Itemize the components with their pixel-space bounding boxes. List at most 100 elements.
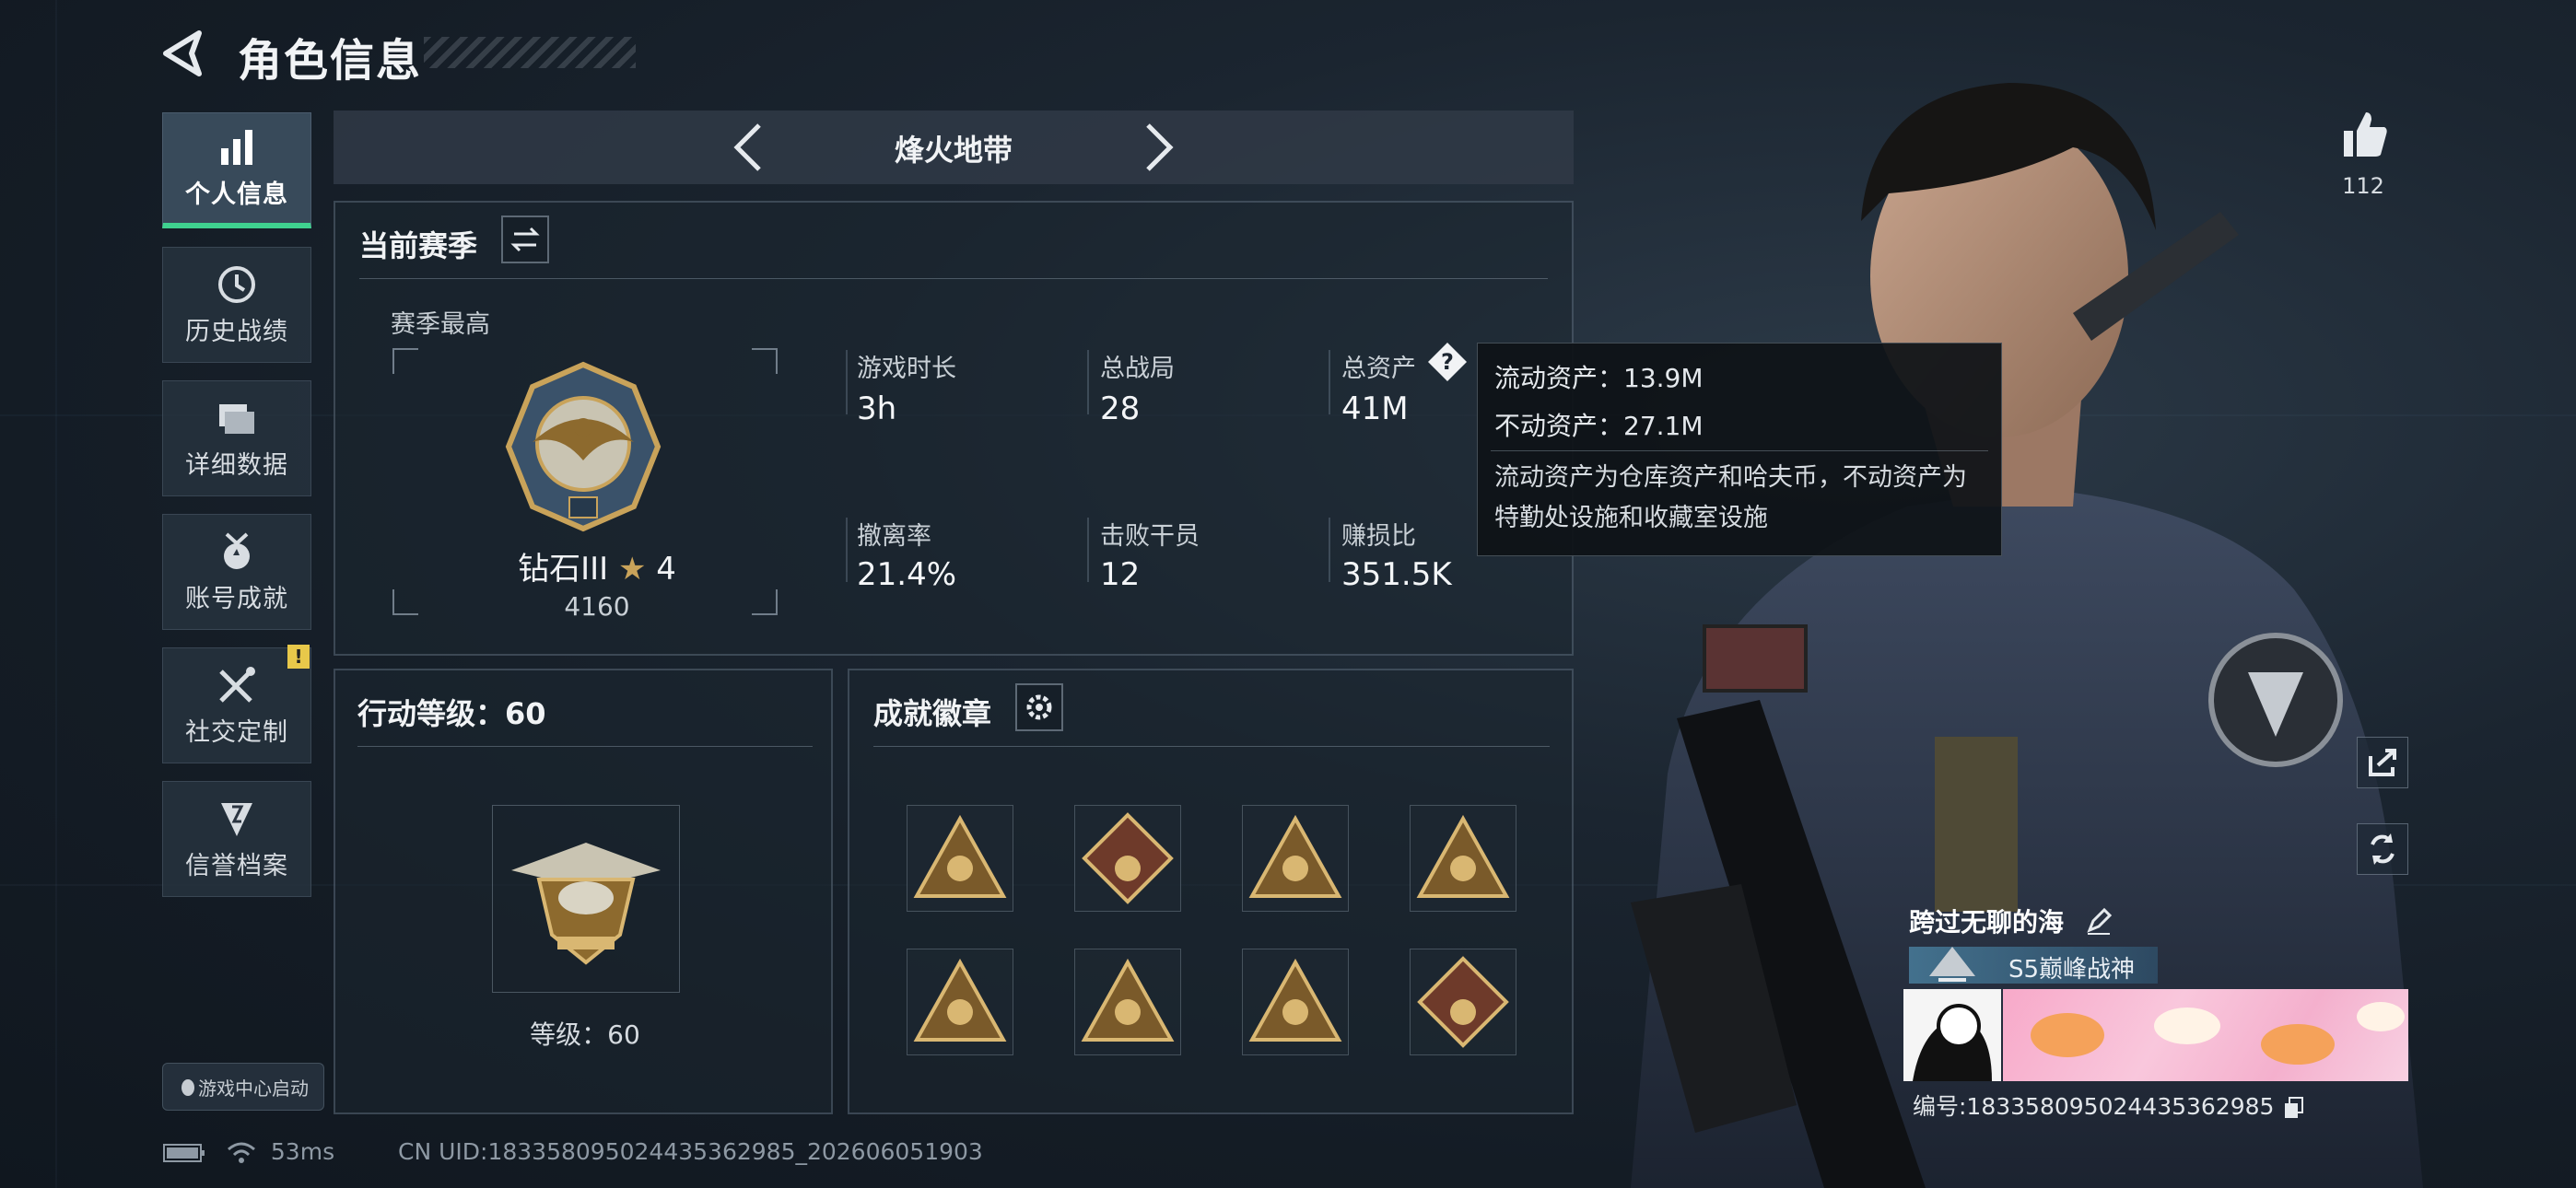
svg-text:?: ? xyxy=(1441,349,1454,375)
thumbs-up-icon[interactable] xyxy=(2336,107,2392,162)
level-label: 等级：60 xyxy=(530,1019,640,1050)
bar-chart-icon xyxy=(221,130,252,165)
achievement-badge-dragon[interactable] xyxy=(1074,805,1181,912)
s4-badge-icon xyxy=(1416,814,1510,898)
back-arrow-icon[interactable] xyxy=(158,28,210,79)
player-id-text: 编号:1833580950244353629​85 xyxy=(1913,1093,2275,1120)
uid-text: CN UID:183358095024435362985_20260605190… xyxy=(398,1138,983,1165)
sidebar-item-history[interactable]: 历史战绩 xyxy=(162,247,311,363)
rank-score: 4160 xyxy=(564,591,630,622)
sidebar-item-personal-info[interactable]: 个人信息 xyxy=(162,112,311,228)
chevron-right-icon[interactable] xyxy=(1135,120,1183,175)
achievements-panel: 成就徽章 xyxy=(848,669,1574,1114)
chevron-left-icon[interactable] xyxy=(724,120,772,175)
avatar xyxy=(1913,1004,1992,1081)
shell-badge-icon xyxy=(1081,958,1175,1042)
achievement-badge-wolf[interactable] xyxy=(1410,949,1516,1055)
achievement-badge-bottle[interactable] xyxy=(1242,805,1349,912)
achievement-medal-icon xyxy=(224,532,250,569)
season-best-label: 赛季最高 xyxy=(391,310,490,339)
game-center-launch-button[interactable]: 游戏中心启动 xyxy=(162,1063,324,1111)
sidebar-item-achievements[interactable]: 账号成就 xyxy=(162,514,311,630)
sidebar-item-label: 账号成就 xyxy=(185,584,288,613)
achievements-title: 成就徽章 xyxy=(873,696,992,731)
stat-label: 总资产 xyxy=(1341,355,1416,383)
achievement-badge-shell[interactable] xyxy=(1074,949,1181,1055)
star-icon: ★ xyxy=(617,551,647,588)
rank-name: 钻石III xyxy=(518,551,609,588)
ping-value: 53ms xyxy=(270,1138,335,1165)
compass-badge-icon xyxy=(1248,958,1342,1042)
sidebar-item-label: 个人信息 xyxy=(185,181,288,209)
player-id: 编号:1833580950244353629​85 xyxy=(1913,1089,2305,1122)
sidebar-item-label: 信誉档案 xyxy=(185,851,288,880)
divider xyxy=(357,746,813,747)
refresh-button[interactable] xyxy=(2357,823,2408,875)
stat-value: 28 xyxy=(1100,390,1141,427)
bg-grid-line xyxy=(55,0,57,1188)
refresh-icon xyxy=(2371,833,2395,865)
player-name: 跨过无聊的海 xyxy=(1909,907,2065,938)
divider xyxy=(846,350,848,414)
history-clock-icon xyxy=(218,265,255,303)
action-level-panel: 行动等级：60 等级：60 xyxy=(334,669,833,1114)
stat-value: 12 xyxy=(1100,556,1141,593)
sidebar-item-detail-data[interactable]: 详细数据 xyxy=(162,380,311,496)
stat-label: 撤离率 xyxy=(857,522,931,551)
frame-corner xyxy=(392,589,418,615)
sidebar-item-label: 社交定制 xyxy=(185,717,288,747)
bottle-badge-icon xyxy=(1248,814,1342,898)
diamond-rank-emblem xyxy=(505,361,662,532)
cat-pattern xyxy=(2031,1002,2405,1065)
profile-banner xyxy=(2003,989,2408,1081)
tooltip-description: 流动资产为仓库资产和哈夫币，不动资产为特勤处设施和收藏室设施 xyxy=(1494,463,1967,532)
stat-label: 总战局 xyxy=(1100,355,1175,383)
season-switch-button[interactable] xyxy=(501,215,549,263)
copy-icon[interactable] xyxy=(2281,1096,2305,1120)
achievement-badge-s6[interactable] xyxy=(907,949,1013,1055)
rank-display: 钻石III ★ 4 xyxy=(505,543,689,588)
stat-label: 游戏时长 xyxy=(857,355,956,383)
dragon-badge-icon xyxy=(1082,812,1174,904)
divider xyxy=(873,746,1550,747)
sidebar-item-label: 详细数据 xyxy=(185,450,288,480)
launch-label: 游戏中心启动 xyxy=(198,1077,309,1100)
action-level-title: 行动等级：60 xyxy=(357,696,546,731)
divider xyxy=(846,518,848,582)
stat-label: 击败干员 xyxy=(1100,522,1200,551)
status-bar: 53ms xyxy=(162,1138,334,1166)
folder-data-icon xyxy=(219,403,254,434)
frame-corner xyxy=(392,348,418,374)
stat-label: 赚损比 xyxy=(1341,522,1416,551)
wifi-icon xyxy=(227,1142,255,1163)
divider xyxy=(1329,350,1330,414)
alert-badge: ! xyxy=(287,645,310,669)
tooltip-fixed-assets: 不动资产：27.1M xyxy=(1494,411,1704,441)
level-emblem-frame xyxy=(492,805,680,993)
achievement-badge-hourglass[interactable] xyxy=(907,805,1013,912)
edit-pencil-icon[interactable] xyxy=(2084,906,2113,936)
sidebar-item-label: 历史战绩 xyxy=(185,317,288,346)
rank-emblem-icon xyxy=(1929,947,1975,982)
stat-value: 41M xyxy=(1341,390,1409,427)
divider xyxy=(359,278,1548,279)
battery-icon xyxy=(163,1144,205,1162)
swap-arrows-icon xyxy=(510,227,540,252)
avatar-frame xyxy=(1903,989,2001,1081)
credit-shield-icon xyxy=(221,802,252,836)
share-button[interactable] xyxy=(2357,737,2408,788)
wrench-tools-icon xyxy=(219,666,255,703)
rank-title: S5巅峰战神 xyxy=(2008,956,2136,984)
frame-corner xyxy=(752,589,778,615)
achievement-badge-s4[interactable] xyxy=(1410,805,1516,912)
achievements-settings-button[interactable] xyxy=(1015,683,1063,731)
frame-corner xyxy=(752,348,778,374)
divider xyxy=(1491,450,1988,451)
help-question-icon[interactable]: ? xyxy=(1426,341,1469,383)
gear-icon xyxy=(1026,694,1052,720)
mode-title: 烽火地带 xyxy=(894,133,1013,168)
achievement-badge-compass[interactable] xyxy=(1242,949,1349,1055)
title-decoration xyxy=(424,37,636,68)
sidebar-item-credit[interactable]: 信誉档案 xyxy=(162,781,311,897)
share-icon xyxy=(2369,749,2396,776)
